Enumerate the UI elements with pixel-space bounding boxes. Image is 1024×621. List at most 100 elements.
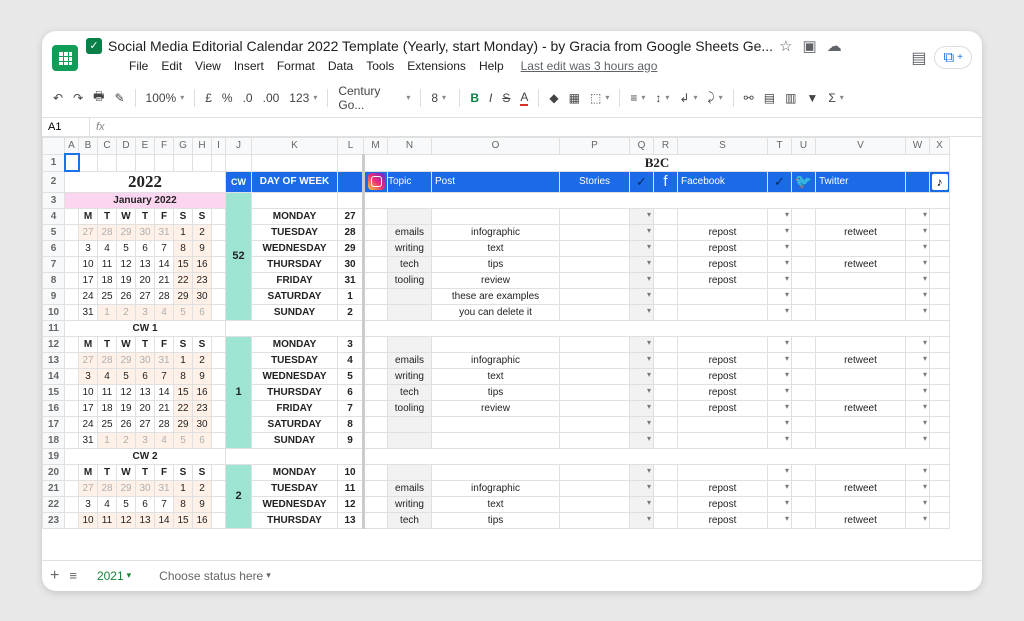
col-head-D[interactable]: D <box>117 137 136 154</box>
document-title[interactable]: Social Media Editorial Calendar 2022 Tem… <box>108 38 773 54</box>
menu-format[interactable]: Format <box>272 57 320 75</box>
row-head-23[interactable]: 23 <box>43 512 65 528</box>
row-head-1[interactable]: 1 <box>43 154 65 171</box>
row-head-22[interactable]: 22 <box>43 496 65 512</box>
font-size-select[interactable]: 8 <box>428 89 452 107</box>
tw-dd[interactable] <box>906 288 930 304</box>
italic-button[interactable]: I <box>486 89 495 107</box>
tw-dd[interactable] <box>906 336 930 352</box>
col-head-P[interactable]: P <box>560 137 630 154</box>
filter-button[interactable]: ▼ <box>803 89 821 107</box>
tw-dd[interactable] <box>906 208 930 224</box>
fb-dd[interactable] <box>768 256 792 272</box>
tw-cell[interactable] <box>816 464 906 480</box>
row-head-4[interactable]: 4 <box>43 208 65 224</box>
topic-cell[interactable]: emails <box>388 224 432 240</box>
fb-dd[interactable] <box>768 288 792 304</box>
row-head-12[interactable]: 12 <box>43 336 65 352</box>
tw-cell[interactable] <box>816 208 906 224</box>
col-head-M[interactable]: M <box>364 137 388 154</box>
fb-dd[interactable] <box>768 416 792 432</box>
all-sheets-button[interactable]: ≡ <box>69 568 77 583</box>
row-head-2[interactable]: 2 <box>43 171 65 192</box>
fb-cell[interactable]: repost <box>678 512 768 528</box>
fb-cell[interactable]: repost <box>678 368 768 384</box>
fb-dd[interactable] <box>768 400 792 416</box>
stories-dd[interactable] <box>630 336 654 352</box>
last-edit-link[interactable]: Last edit was 3 hours ago <box>516 57 663 75</box>
topic-cell[interactable]: writing <box>388 496 432 512</box>
tw-cell[interactable] <box>816 304 906 320</box>
tw-dd[interactable] <box>906 464 930 480</box>
percent-button[interactable]: % <box>219 89 236 107</box>
menu-file[interactable]: File <box>124 57 153 75</box>
stories-dd[interactable] <box>630 512 654 528</box>
topic-cell[interactable] <box>388 288 432 304</box>
halign-button[interactable]: ≡ <box>627 89 648 107</box>
status-selector[interactable]: Choose status here▾ <box>151 565 279 587</box>
col-head-A[interactable]: A <box>65 137 79 154</box>
fb-cell[interactable]: repost <box>678 240 768 256</box>
stories-dd[interactable] <box>630 432 654 448</box>
stories-dd[interactable] <box>630 304 654 320</box>
post-cell[interactable]: text <box>432 368 560 384</box>
fb-cell[interactable] <box>678 432 768 448</box>
star-icon[interactable]: ☆ <box>779 37 792 55</box>
fb-cell[interactable]: repost <box>678 256 768 272</box>
row-head-18[interactable]: 18 <box>43 432 65 448</box>
menu-insert[interactable]: Insert <box>229 57 269 75</box>
tw-dd[interactable] <box>906 240 930 256</box>
fb-dd[interactable] <box>768 368 792 384</box>
menu-edit[interactable]: Edit <box>156 57 187 75</box>
tw-dd[interactable] <box>906 480 930 496</box>
row-head-11[interactable]: 11 <box>43 320 65 336</box>
dec-decrease-button[interactable]: .0 <box>240 89 256 107</box>
tw-dd[interactable] <box>906 272 930 288</box>
comments-icon[interactable]: ▤ <box>911 48 926 68</box>
move-icon[interactable]: ▣ <box>803 37 817 55</box>
sheet-tab-active[interactable]: 2021▾ <box>87 565 141 587</box>
row-head-13[interactable]: 13 <box>43 352 65 368</box>
tw-cell[interactable] <box>816 384 906 400</box>
fb-cell[interactable] <box>678 304 768 320</box>
fb-dd[interactable] <box>768 512 792 528</box>
stories-dd[interactable] <box>630 416 654 432</box>
tw-cell[interactable]: retweet <box>816 480 906 496</box>
menu-extensions[interactable]: Extensions <box>402 57 471 75</box>
topic-cell[interactable]: tech <box>388 512 432 528</box>
stories-dd[interactable] <box>630 224 654 240</box>
stories-dd[interactable] <box>630 240 654 256</box>
fb-cell[interactable]: repost <box>678 496 768 512</box>
fb-dd[interactable] <box>768 496 792 512</box>
tw-cell[interactable]: retweet <box>816 256 906 272</box>
row-head-20[interactable]: 20 <box>43 464 65 480</box>
tw-dd[interactable] <box>906 512 930 528</box>
fb-cell[interactable] <box>678 464 768 480</box>
tw-cell[interactable] <box>816 496 906 512</box>
redo-button[interactable]: ↷ <box>70 89 86 107</box>
cloud-icon[interactable]: ☁ <box>827 37 842 55</box>
col-head-R[interactable]: R <box>654 137 678 154</box>
print-button[interactable]: 🖶 <box>90 85 107 110</box>
stories-dd[interactable] <box>630 368 654 384</box>
topic-cell[interactable]: tech <box>388 256 432 272</box>
stories-dd[interactable] <box>630 352 654 368</box>
tw-dd[interactable] <box>906 224 930 240</box>
post-cell[interactable]: review <box>432 400 560 416</box>
dec-increase-button[interactable]: .00 <box>260 89 283 107</box>
rotate-button[interactable]: ⤸ <box>704 88 725 107</box>
fb-cell[interactable]: repost <box>678 480 768 496</box>
fb-cell[interactable] <box>678 288 768 304</box>
bold-button[interactable]: B <box>467 89 482 107</box>
fb-dd[interactable] <box>768 240 792 256</box>
fb-cell[interactable]: repost <box>678 384 768 400</box>
topic-cell[interactable] <box>388 464 432 480</box>
col-head-K[interactable]: K <box>252 137 338 154</box>
undo-button[interactable]: ↶ <box>50 89 66 107</box>
post-cell[interactable] <box>432 208 560 224</box>
stories-dd[interactable] <box>630 256 654 272</box>
fb-cell[interactable]: repost <box>678 400 768 416</box>
fb-dd[interactable] <box>768 224 792 240</box>
link-button[interactable]: ⚯ <box>741 89 757 107</box>
post-cell[interactable]: tips <box>432 256 560 272</box>
